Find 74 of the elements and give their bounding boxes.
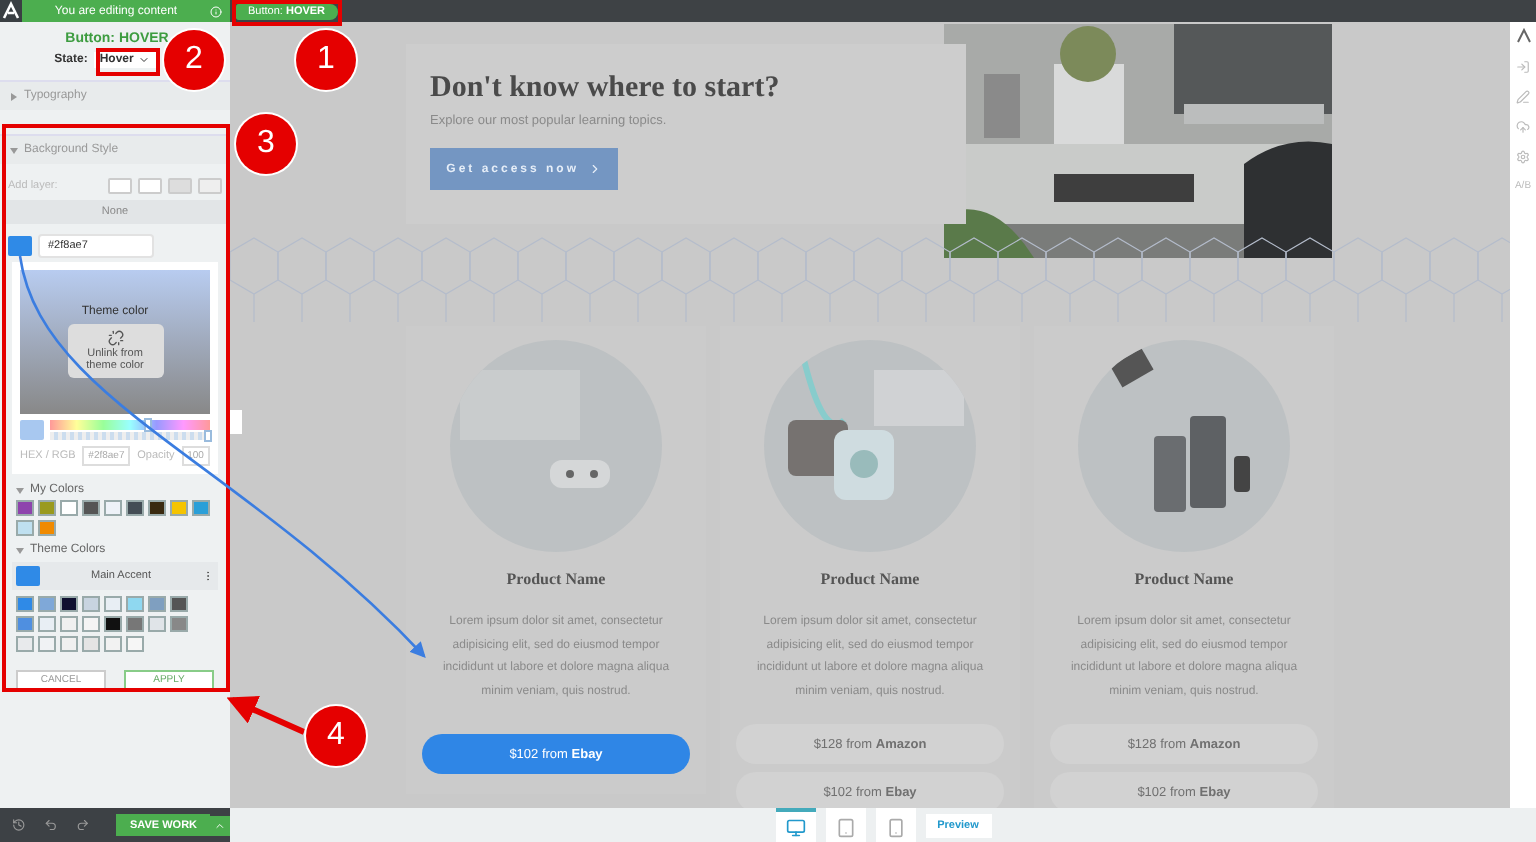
login-icon[interactable] — [1516, 60, 1530, 74]
color-swatch[interactable] — [38, 500, 56, 516]
unlink-icon — [107, 330, 123, 346]
product-name: Product Name — [506, 570, 606, 588]
chevron-icon — [137, 54, 150, 66]
history-icon[interactable] — [12, 818, 26, 832]
color-swatch[interactable] — [148, 616, 166, 632]
color-swatch[interactable] — [60, 636, 78, 652]
color-swatch[interactable] — [16, 596, 34, 612]
color-swatch[interactable] — [126, 500, 144, 516]
color-swatch — [16, 566, 40, 586]
step-number: 1 — [296, 30, 356, 90]
device-tab[interactable] — [825, 808, 865, 842]
color-swatch[interactable] — [38, 636, 56, 652]
color-swatch[interactable] — [170, 500, 188, 516]
color-swatch[interactable] — [60, 616, 78, 632]
color-swatch[interactable] — [126, 616, 144, 632]
color-swatch[interactable] — [16, 520, 34, 536]
product-name: Product Name — [1134, 570, 1234, 588]
cloud-icon[interactable] — [1516, 120, 1530, 134]
color-preview — [20, 420, 44, 440]
hero-title: Don't know where to start? — [430, 72, 782, 106]
tablet-icon — [835, 817, 855, 837]
highlight-frame — [232, 0, 342, 26]
opacity-slider[interactable] — [50, 432, 210, 440]
caret-icon[interactable] — [210, 815, 231, 835]
slider-thumb[interactable] — [204, 430, 212, 442]
desktop-icon — [785, 817, 805, 837]
device-tab[interactable] — [775, 808, 815, 842]
color-swatch[interactable] — [16, 616, 34, 632]
color-swatch[interactable] — [104, 616, 122, 632]
color-swatch[interactable] — [16, 500, 34, 516]
color-swatch[interactable] — [82, 596, 100, 612]
layer-type-button[interactable] — [108, 178, 132, 194]
logo-icon — [0, 0, 22, 22]
color-swatch[interactable] — [60, 500, 78, 516]
redo-icon[interactable] — [75, 818, 89, 832]
color-swatch[interactable] — [104, 636, 122, 652]
settings-icon[interactable] — [1516, 150, 1530, 164]
color-swatch[interactable] — [126, 596, 144, 612]
color-swatch[interactable] — [38, 596, 56, 612]
collapse-handle[interactable] — [230, 410, 242, 434]
color-swatch[interactable] — [82, 636, 100, 652]
undo-icon[interactable] — [43, 818, 58, 832]
color-swatch[interactable] — [170, 616, 188, 632]
color-swatch[interactable] — [60, 596, 78, 612]
device-tab[interactable] — [875, 808, 915, 842]
color-swatch[interactable] — [170, 596, 188, 612]
hue-slider[interactable] — [50, 420, 210, 430]
color-swatch[interactable] — [38, 616, 56, 632]
layer-type-button[interactable] — [138, 178, 162, 194]
color-swatch[interactable] — [16, 636, 34, 652]
color-swatch[interactable] — [148, 596, 166, 612]
color-swatch[interactable] — [82, 616, 100, 632]
color-swatch[interactable] — [8, 236, 32, 256]
step-number: 4 — [306, 706, 366, 766]
product-name: Product Name — [820, 570, 920, 588]
layer-type-button[interactable] — [198, 178, 222, 194]
color-swatch[interactable] — [38, 520, 56, 536]
color-swatch[interactable] — [82, 500, 100, 516]
highlight-frame — [96, 48, 160, 76]
info-icon[interactable] — [210, 5, 222, 17]
pointer-arrow — [226, 696, 306, 735]
pen-icon[interactable] — [1516, 90, 1530, 104]
logo-icon[interactable] — [1515, 28, 1531, 44]
layer-type-button[interactable] — [168, 178, 192, 194]
color-swatch[interactable] — [104, 500, 122, 516]
color-swatch[interactable] — [192, 500, 210, 516]
color-swatch[interactable] — [126, 636, 144, 652]
chevron-icon — [587, 162, 602, 176]
color-swatch[interactable] — [104, 596, 122, 612]
color-swatch[interactable] — [148, 500, 166, 516]
phone-icon — [885, 817, 905, 837]
step-number: 3 — [236, 114, 296, 174]
